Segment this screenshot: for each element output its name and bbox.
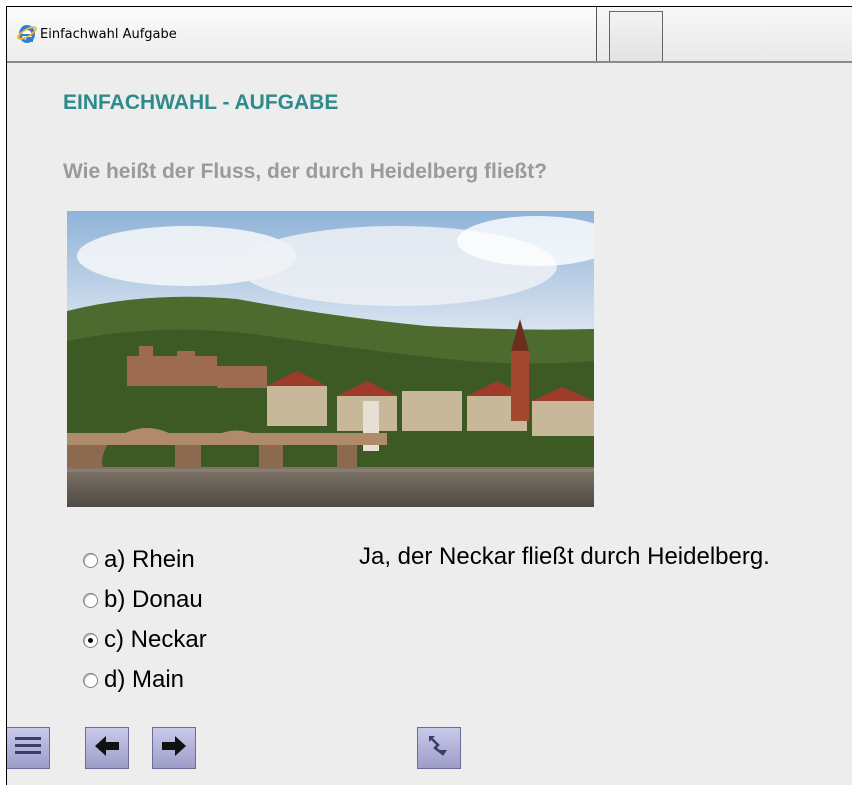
task-heading: EINFACHWAHL - AUFGABE [63,91,339,114]
option-b[interactable]: b) Donau [83,580,207,620]
tab-title: Einfachwahl Aufgabe [40,26,177,42]
tab-new[interactable] [609,11,663,61]
answer-options: a) Rhein b) Donau c) Neckar d) Main [83,540,207,700]
feedback-text: Ja, der Neckar fließt durch Heidelberg. [359,543,770,570]
arrow-left-icon [92,733,122,764]
radio-option-b[interactable] [83,592,98,608]
browser-window: Einfachwahl Aufgabe EINFACHWAHL - AUFGAB… [6,6,852,785]
option-b-label: b) Donau [104,586,203,613]
option-c-label: c) Neckar [104,626,207,653]
option-a-label: a) Rhein [104,546,195,573]
radio-option-c[interactable] [83,632,98,648]
radio-option-a[interactable] [83,552,98,568]
option-c[interactable]: c) Neckar [83,620,207,660]
question-text: Wie heißt der Fluss, der durch Heidelber… [63,160,548,183]
next-button[interactable] [152,727,196,769]
option-d-label: d) Main [104,666,185,693]
redo-icon [424,732,454,765]
radio-option-d[interactable] [83,672,98,688]
option-d[interactable]: d) Main [83,660,207,700]
redo-button[interactable] [417,727,461,769]
title-bar: Einfachwahl Aufgabe [7,7,852,63]
menu-icon [13,733,43,764]
heidelberg-photo [67,211,594,507]
tab-einfachwahl[interactable]: Einfachwahl Aufgabe [7,7,597,61]
menu-button[interactable] [7,727,50,769]
previous-button[interactable] [85,727,129,769]
arrow-right-icon [159,733,189,764]
option-a[interactable]: a) Rhein [83,540,207,580]
ie-icon [17,24,37,44]
